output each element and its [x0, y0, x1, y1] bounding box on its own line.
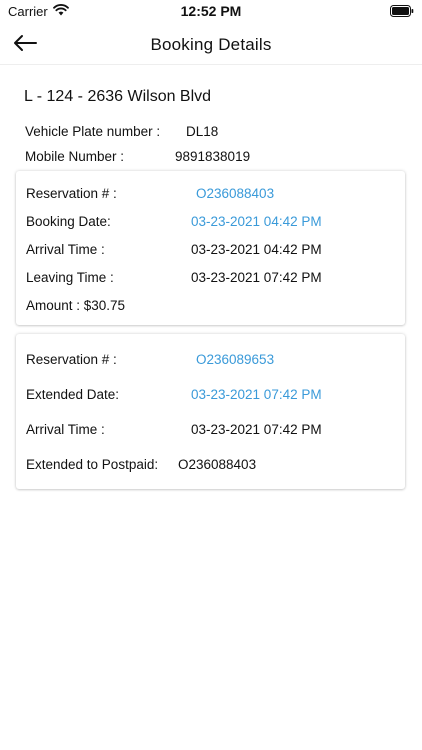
booking-date-value: 03-23-2021 04:42 PM	[191, 214, 322, 229]
mobile-number-row: Mobile Number : 9891838019	[25, 149, 250, 164]
status-bar: Carrier 12:52 PM	[0, 0, 422, 24]
extended-to-postpaid-label: Extended to Postpaid:	[26, 457, 159, 472]
vehicle-plate-label: Vehicle Plate number :	[25, 124, 161, 139]
arrival-time-label: Arrival Time :	[26, 242, 105, 257]
amount-text: Amount : $30.75	[26, 298, 126, 313]
vehicle-plate-value: DL18	[186, 124, 219, 139]
booking-date-label: Booking Date:	[26, 214, 111, 229]
page-title: Booking Details	[150, 35, 272, 54]
mobile-number-value: 9891838019	[175, 149, 251, 164]
reservation-number-link[interactable]: O236088403	[196, 186, 274, 201]
extended-to-postpaid-value: O236088403	[178, 457, 257, 472]
navigation-bar: Booking Details	[0, 24, 422, 65]
parking-location: L - 124 - 2636 Wilson Blvd	[24, 88, 212, 105]
leaving-time-value: 03-23-2021 07:42 PM	[191, 270, 322, 285]
extended-date-label: Extended Date:	[26, 387, 120, 402]
reservation-number-link[interactable]: O236089653	[196, 352, 274, 367]
extension-card: Reservation # : O236089653 Extended Date…	[16, 334, 405, 489]
reservation-label: Reservation # :	[26, 186, 117, 201]
mobile-number-label: Mobile Number :	[25, 149, 125, 164]
battery-icon	[390, 5, 414, 17]
arrival-time-value: 03-23-2021 07:42 PM	[191, 422, 322, 437]
clock: 12:52 PM	[180, 3, 242, 19]
vehicle-plate-row: Vehicle Plate number : DL18	[25, 124, 218, 139]
reservation-label: Reservation # :	[26, 352, 117, 367]
extended-date-value: 03-23-2021 07:42 PM	[191, 387, 322, 402]
leaving-time-label: Leaving Time :	[26, 270, 114, 285]
arrival-time-label: Arrival Time :	[26, 422, 105, 437]
arrival-time-value: 03-23-2021 04:42 PM	[191, 242, 322, 257]
booking-card: Reservation # : O236088403 Booking Date:…	[16, 171, 405, 325]
